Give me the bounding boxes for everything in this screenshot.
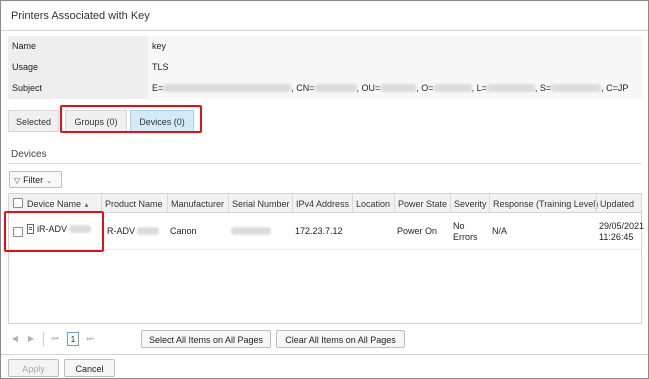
- subject-part: E=: [152, 83, 164, 93]
- column-header-updated[interactable]: Updated: [596, 194, 641, 213]
- cell-power-state: Power On: [397, 226, 438, 236]
- funnel-icon: ▽: [14, 176, 21, 185]
- dialog-titlebar: Printers Associated with Key: [1, 1, 648, 31]
- key-properties: Name key Usage TLS Subject E= , CN= , OU=,…: [8, 36, 642, 99]
- column-header-power-state[interactable]: Power State: [394, 194, 450, 213]
- chevron-down-icon: ⌄: [46, 178, 53, 185]
- next-page-icon[interactable]: ▶: [24, 331, 38, 347]
- column-header-label: Device Name: [27, 199, 82, 209]
- sort-ascending-icon: ▲: [83, 202, 90, 209]
- column-header-response[interactable]: Response (Training Level): [489, 194, 598, 213]
- product-name-text: R-ADV: [107, 226, 136, 236]
- cell-response: N/A: [492, 226, 508, 236]
- current-page-number[interactable]: 1: [67, 332, 79, 346]
- subject-part: , S=: [534, 83, 552, 93]
- cell-updated: 29/05/2021 11:26:45: [596, 214, 645, 250]
- column-header-severity[interactable]: Severity: [450, 194, 489, 213]
- subject-part: , C=JP: [601, 83, 629, 93]
- property-value: key: [148, 36, 642, 57]
- select-all-items-button[interactable]: Select All Items on All Pages: [141, 330, 271, 348]
- property-label: Usage: [8, 57, 148, 78]
- redacted-text: [314, 84, 357, 92]
- grid-header: Device Name ▲ Product Name Manufacturer S…: [9, 194, 641, 213]
- pager-divider: [43, 332, 44, 346]
- cell-severity: No Errors: [450, 214, 489, 250]
- property-row-usage: Usage TLS: [8, 57, 642, 78]
- cell-manufacturer: Canon: [170, 226, 197, 236]
- property-value: TLS: [148, 57, 642, 78]
- redacted-text: [486, 84, 535, 92]
- cell-ipv4: 172.23.7.12: [295, 226, 343, 236]
- updated-time: 11:26:45: [599, 232, 634, 242]
- severity-line: Errors: [453, 232, 478, 242]
- filter-label: Filter: [23, 175, 44, 185]
- redacted-text: [231, 227, 271, 235]
- filter-button[interactable]: ▽ Filter ⌄: [9, 171, 62, 188]
- row-highlight-box: [4, 211, 104, 252]
- updated-date: 29/05/2021: [599, 221, 645, 231]
- property-label: Subject: [8, 78, 148, 99]
- property-row-subject: Subject E= , CN= , OU= , O= , L= , S= , C=JP: [8, 78, 642, 99]
- redacted-text: [433, 84, 472, 92]
- prev-page-icon[interactable]: ◀: [8, 331, 22, 347]
- subject-part: , O=: [416, 83, 434, 93]
- redacted-text: [163, 84, 292, 92]
- cell-serial-number: [228, 214, 292, 250]
- cell-location: [352, 214, 394, 250]
- column-header-serial-number[interactable]: Serial Number: [228, 194, 292, 213]
- section-divider: [8, 163, 642, 164]
- dialog-title: Printers Associated with Key: [11, 10, 150, 22]
- devices-section-title: Devices: [11, 149, 47, 160]
- first-page-icon[interactable]: ⏮: [48, 331, 62, 347]
- column-header-location[interactable]: Location: [352, 194, 394, 213]
- tab-selected[interactable]: Selected: [8, 110, 59, 132]
- clear-all-items-button[interactable]: Clear All Items on All Pages: [276, 330, 405, 348]
- redacted-text: [137, 227, 160, 235]
- cancel-button[interactable]: Cancel: [64, 359, 115, 377]
- property-value-subject: E= , CN= , OU= , O= , L= , S= , C=JP: [148, 78, 642, 99]
- select-all-checkbox[interactable]: [13, 198, 23, 208]
- redacted-text: [551, 84, 602, 92]
- redacted-text: [380, 84, 417, 92]
- last-page-icon[interactable]: ⏭: [83, 331, 97, 347]
- footer-divider: [1, 354, 648, 355]
- column-header-ipv4[interactable]: IPv4 Address: [292, 194, 352, 213]
- column-header-product-name[interactable]: Product Name: [101, 194, 167, 213]
- cell-product-name: R-ADV: [104, 214, 167, 250]
- tabs-highlight-box: [60, 105, 202, 133]
- subject-part: , CN=: [291, 83, 315, 93]
- property-row-name: Name key: [8, 36, 642, 57]
- subject-part: , OU=: [356, 83, 381, 93]
- property-label: Name: [8, 36, 148, 57]
- apply-button[interactable]: Apply: [8, 359, 59, 377]
- subject-part: , L=: [471, 83, 487, 93]
- column-header-manufacturer[interactable]: Manufacturer: [167, 194, 228, 213]
- severity-line: No: [453, 221, 465, 231]
- printers-dialog: Printers Associated with Key Name key Us…: [0, 0, 649, 379]
